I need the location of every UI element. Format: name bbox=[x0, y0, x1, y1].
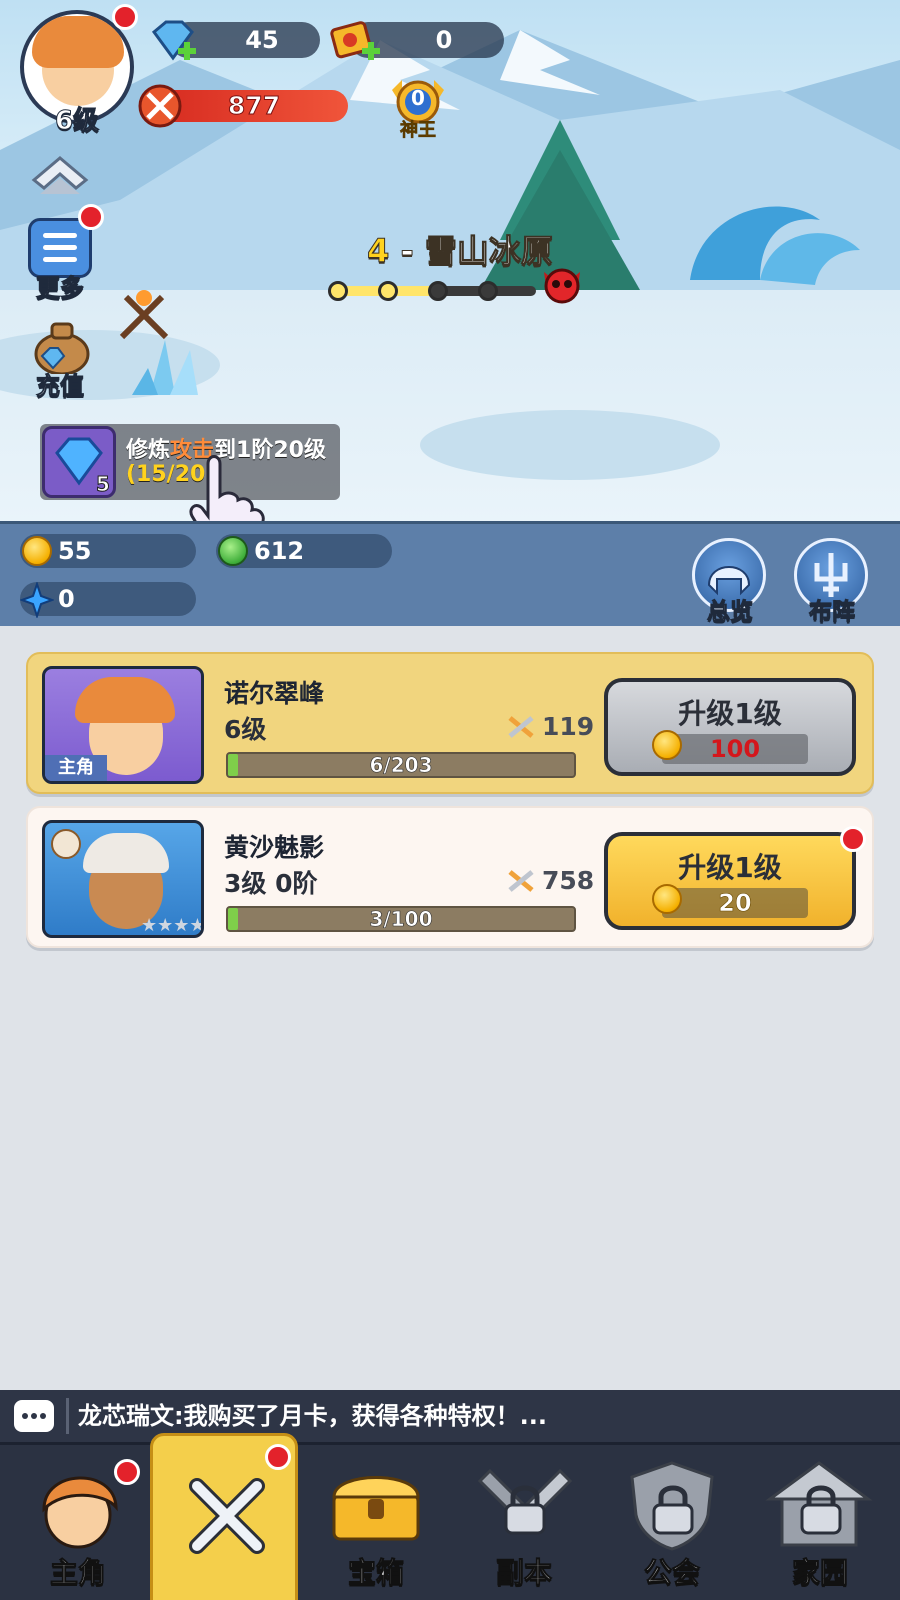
hero-xp-bar: 3/100 bbox=[226, 906, 576, 932]
more-label: 更多 bbox=[36, 274, 85, 303]
combat-power-bar: 877 bbox=[160, 90, 348, 122]
level-up-notification-dot bbox=[840, 826, 866, 852]
nav-tab-battle[interactable] bbox=[150, 1433, 298, 1600]
star-rating-icon: ★★★★ bbox=[141, 915, 204, 936]
crossed-swords-icon bbox=[508, 716, 534, 738]
hero-xp-bar: 6/203 bbox=[226, 752, 576, 778]
rank-label: 神王 bbox=[400, 120, 437, 142]
more-notification-dot bbox=[78, 204, 104, 230]
avatar-hair bbox=[32, 16, 124, 68]
chat-divider bbox=[66, 1398, 69, 1434]
level-up-label: 升级1级 bbox=[678, 697, 782, 730]
collapse-up-icon[interactable] bbox=[30, 154, 90, 200]
hero-card[interactable]: 主角 诺尔翠峰 6级 119 6/203 升级1级 100 bbox=[26, 652, 874, 794]
avatar-notification-dot bbox=[112, 4, 138, 30]
hero-hair bbox=[75, 677, 175, 723]
nav-tab-hero[interactable]: 主角 bbox=[4, 1451, 152, 1600]
chat-bubble-icon[interactable] bbox=[14, 1400, 54, 1432]
hero-name: 黄沙魅影 bbox=[224, 833, 325, 862]
hero-tab-notification-dot bbox=[114, 1459, 140, 1485]
treasure-chest-icon bbox=[332, 1476, 420, 1541]
stage-progress-node bbox=[478, 281, 498, 301]
crossed-swords-icon bbox=[189, 1478, 265, 1554]
level-up-cost: 100 bbox=[709, 735, 761, 763]
menu-icon-bar bbox=[43, 257, 77, 262]
gold-coin-icon bbox=[22, 536, 52, 566]
crossed-swords-icon bbox=[508, 870, 534, 892]
hero-portrait[interactable]: 主角 bbox=[42, 666, 204, 784]
hero-name: 诺尔翠峰 bbox=[224, 679, 325, 708]
stage-number: 4 bbox=[367, 232, 390, 271]
hero-list-panel: 主角 诺尔翠峰 6级 119 6/203 升级1级 100 ★★★★ 黄沙魅影 … bbox=[0, 626, 900, 1366]
rank-value: 0 bbox=[411, 86, 425, 110]
hero-xp-text: 3/100 bbox=[369, 907, 433, 931]
battle-scene: 6级 45 0 877 0 神王 更多 充值 4 - 雪山冰原 5 修炼攻击到1… bbox=[0, 0, 900, 533]
frozen-pond bbox=[420, 410, 720, 480]
menu-icon-bar bbox=[43, 245, 77, 250]
chat-ticker[interactable]: 龙芯瑞文:我购买了月卡，获得各种特权！... bbox=[0, 1390, 900, 1442]
currency-strip: 55 612 0 总览 布阵 bbox=[0, 521, 900, 626]
boss-skull-icon bbox=[544, 268, 580, 304]
recharge-label: 充值 bbox=[36, 372, 85, 401]
nav-tab-chest[interactable]: 宝箱 bbox=[302, 1451, 450, 1600]
level-up-label: 升级1级 bbox=[678, 851, 782, 884]
hero-power-value: 119 bbox=[542, 712, 595, 741]
nav-tab-dungeon[interactable]: 副本 bbox=[450, 1451, 598, 1600]
hero-hair bbox=[83, 833, 169, 873]
level-up-cost: 20 bbox=[718, 889, 752, 918]
element-badge-icon bbox=[51, 829, 81, 859]
nav-label: 副本 bbox=[495, 1556, 552, 1590]
nav-tab-home[interactable]: 家园 bbox=[746, 1451, 894, 1600]
formation-label: 布阵 bbox=[809, 599, 856, 626]
stage-separator: - bbox=[389, 232, 425, 271]
stage-progress-node bbox=[428, 281, 448, 301]
lock-icon bbox=[504, 1485, 546, 1535]
crossed-swords-icon bbox=[138, 84, 182, 128]
hero-level: 6级 bbox=[224, 715, 267, 744]
hero-xp-text: 6/203 bbox=[369, 753, 433, 777]
menu-icon bbox=[43, 233, 77, 238]
quest-tip-prefix: 修炼 bbox=[126, 438, 171, 463]
stage-progress-node bbox=[328, 281, 348, 301]
protagonist-tag: 主角 bbox=[45, 755, 107, 781]
level-up-button[interactable]: 升级1级 20 bbox=[604, 832, 856, 930]
nav-label: 主角 bbox=[49, 1556, 106, 1590]
player-level: 6级 bbox=[54, 106, 100, 137]
nav-label: 家园 bbox=[791, 1556, 848, 1590]
green-orb-icon bbox=[218, 536, 248, 566]
stage-name: 雪山冰原 bbox=[424, 232, 553, 271]
stage-progress-node bbox=[378, 281, 398, 301]
battle-tab-notification-dot bbox=[265, 1444, 291, 1470]
quest-gem-count: 5 bbox=[96, 472, 111, 497]
hero-power-value: 758 bbox=[542, 866, 595, 895]
hero-portrait[interactable]: ★★★★ bbox=[42, 820, 204, 938]
blue-star-crystal-icon bbox=[20, 582, 54, 618]
hero-card[interactable]: ★★★★ 黄沙魅影 3级 0阶 758 3/100 升级1级 20 bbox=[26, 806, 874, 948]
ticket-add-icon[interactable] bbox=[330, 18, 384, 66]
chat-message: 龙芯瑞文:我购买了月卡，获得各种特权！... bbox=[78, 1402, 547, 1430]
gem-add-icon[interactable] bbox=[148, 18, 200, 66]
campfire-icon bbox=[119, 290, 169, 340]
bottom-nav: 主角 宝箱 副本 公会 家园 bbox=[0, 1433, 900, 1600]
level-up-button[interactable]: 升级1级 100 bbox=[604, 678, 856, 776]
lock-icon bbox=[652, 1485, 694, 1535]
nav-label: 公会 bbox=[643, 1556, 700, 1590]
nav-label: 宝箱 bbox=[347, 1556, 404, 1590]
nav-tab-guild[interactable]: 公会 bbox=[598, 1451, 746, 1600]
hero-level: 3级 0阶 bbox=[224, 869, 318, 898]
overview-label: 总览 bbox=[707, 599, 754, 626]
lock-icon bbox=[800, 1485, 842, 1535]
